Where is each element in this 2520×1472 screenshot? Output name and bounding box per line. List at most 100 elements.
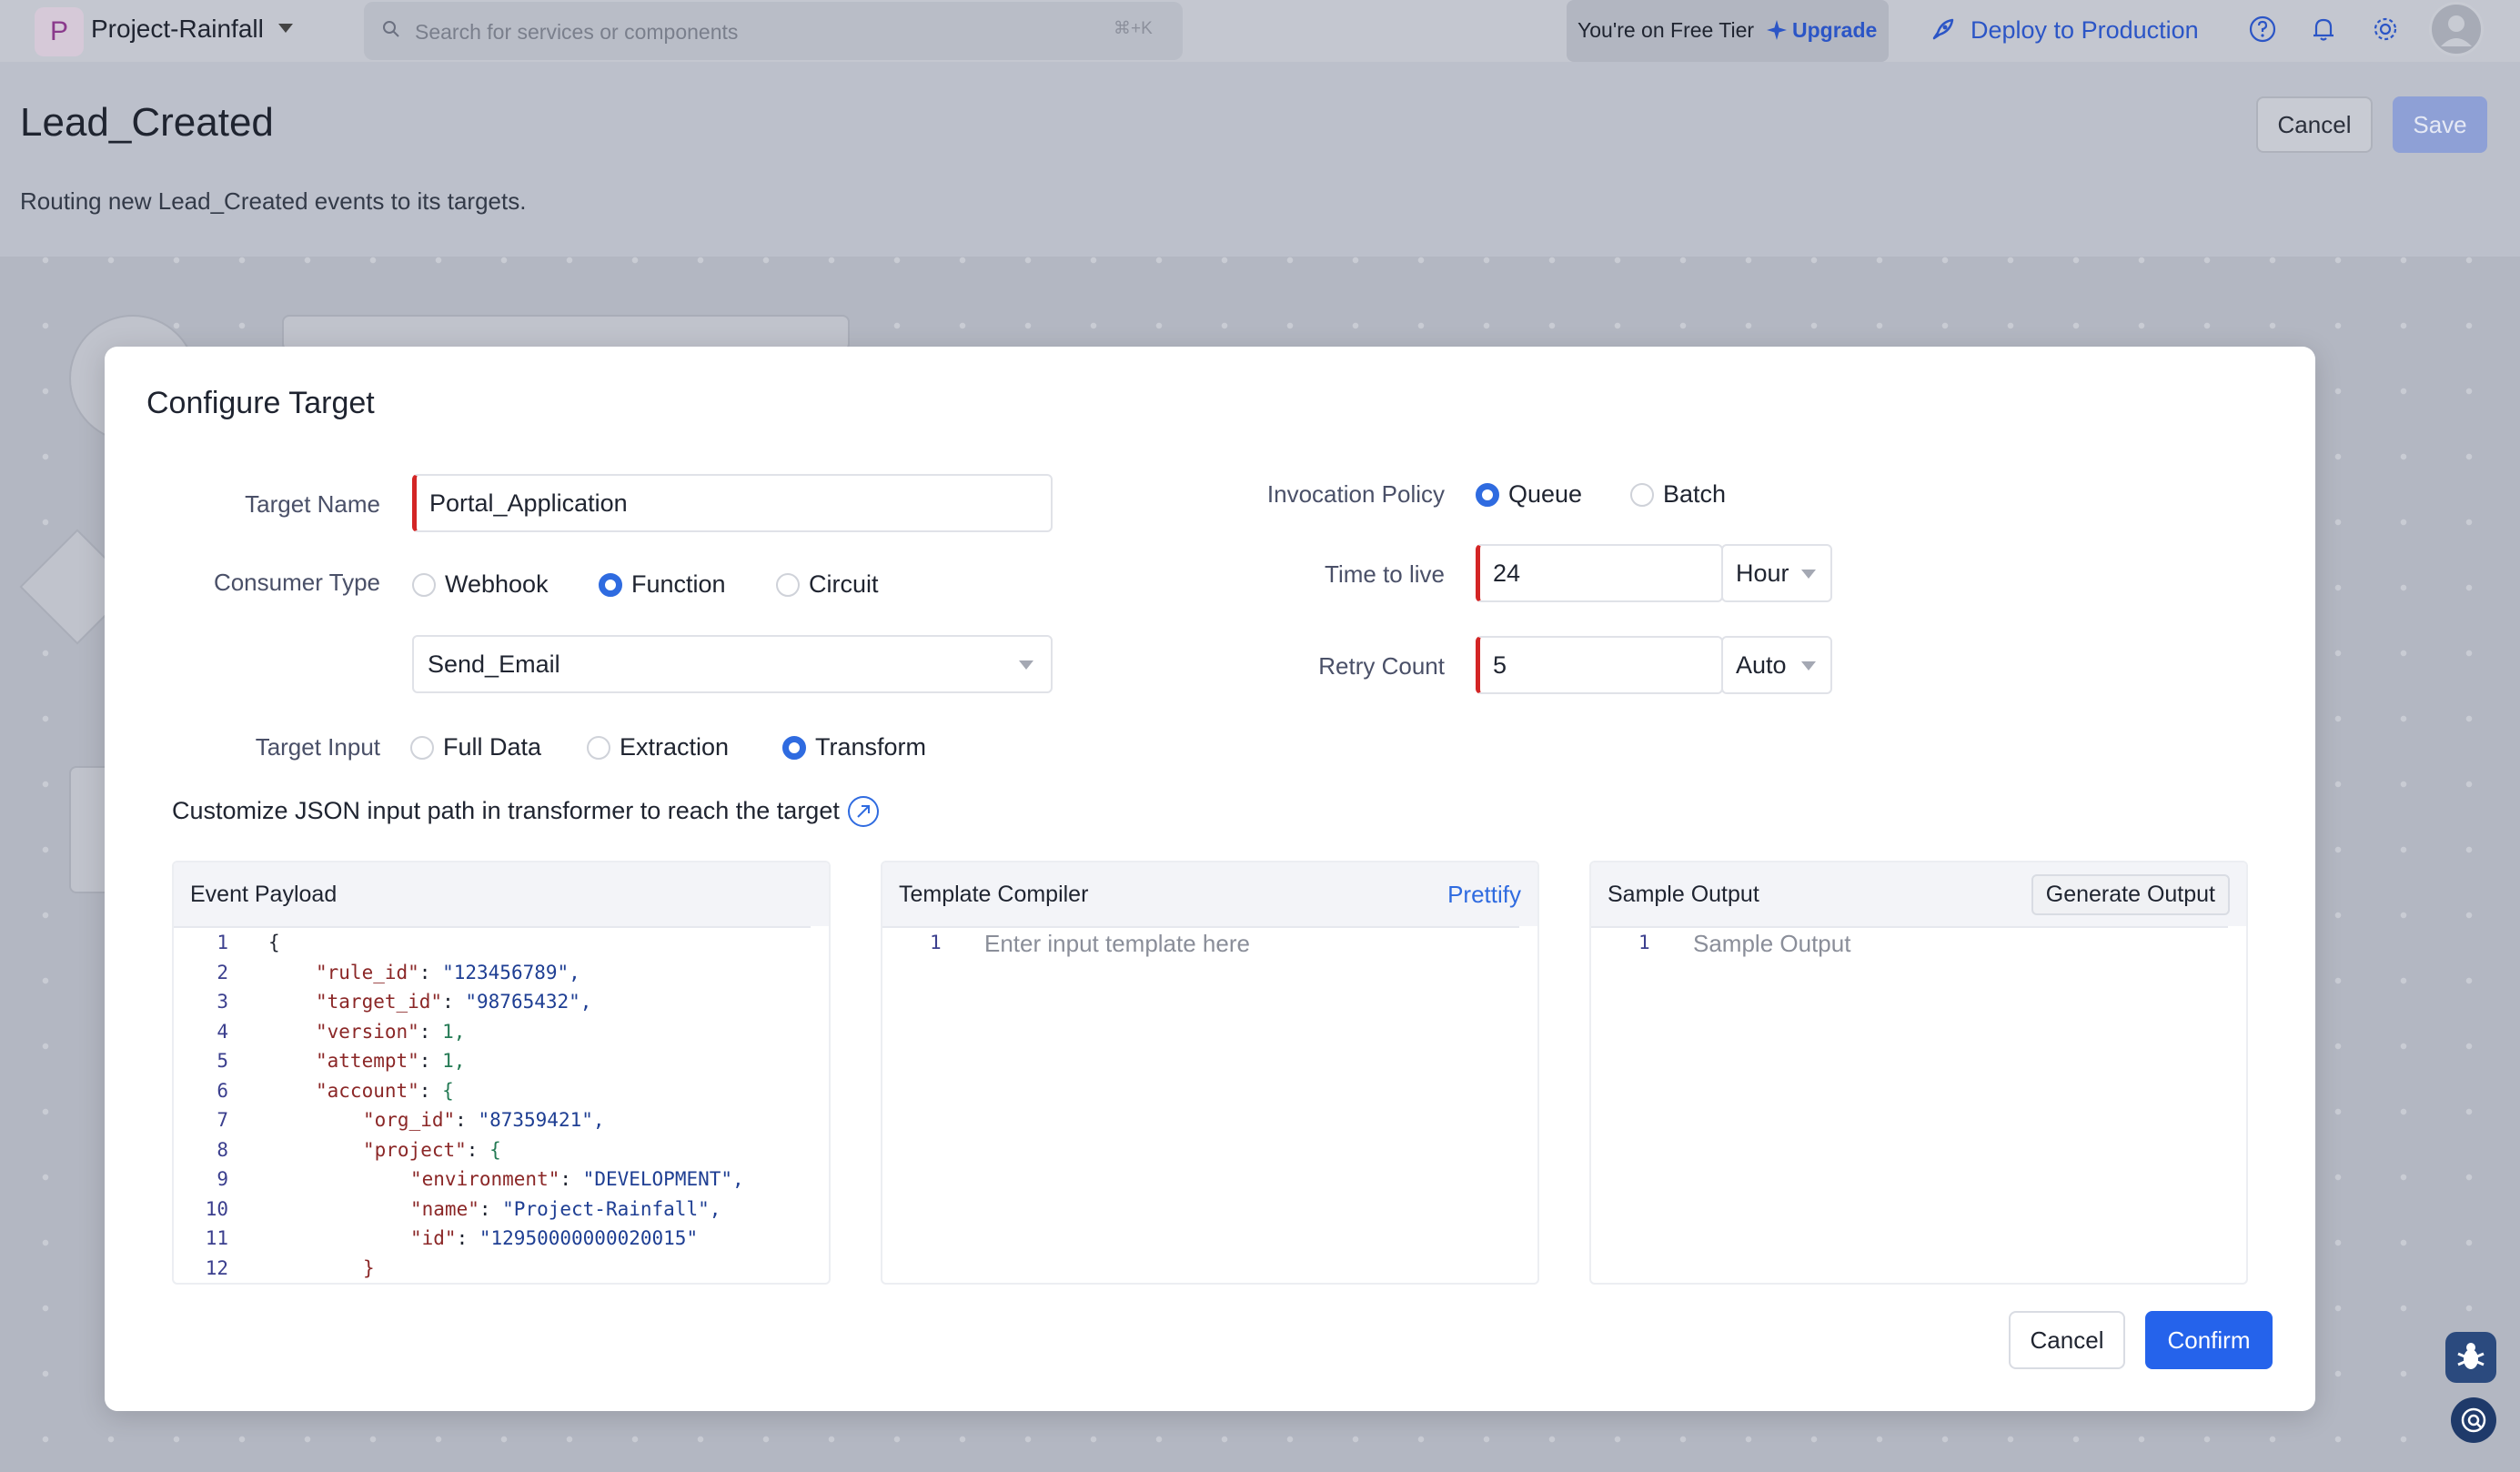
chevron-down-icon[interactable] [278, 24, 293, 33]
consumer-type-webhook[interactable]: Webhook [412, 570, 549, 599]
radio-queue[interactable] [1476, 482, 1499, 507]
time-to-live-label: Time to live [1325, 560, 1445, 588]
target-input-label: Target Input [255, 733, 380, 761]
json-value: "123456789", [442, 961, 580, 983]
sample-output-placeholder: Sample Output [1693, 930, 1851, 957]
chevron-down-icon [1801, 570, 1816, 579]
help-icon[interactable] [2247, 14, 2278, 45]
consumer-type-label: Consumer Type [213, 569, 380, 596]
consumer-type-circuit[interactable]: Circuit [776, 570, 879, 599]
json-key: "org_id" [363, 1109, 456, 1131]
line-number: 11 [205, 1227, 228, 1249]
deploy-button[interactable]: Deploy to Production [1971, 16, 2199, 45]
json-key: "project" [363, 1138, 467, 1161]
target-input-transform[interactable]: Transform [782, 733, 926, 761]
json-key: "name" [410, 1197, 479, 1220]
project-name[interactable]: Project-Rainfall [91, 15, 264, 44]
json-key: "target_id" [316, 991, 443, 1013]
target-input-full-data[interactable]: Full Data [410, 733, 541, 761]
code-line: 5 "attempt": 1, [174, 1050, 811, 1080]
modal-cancel-button[interactable]: Cancel [2009, 1311, 2125, 1369]
radio-circuit[interactable] [776, 572, 800, 597]
line-number: 3 [217, 991, 228, 1013]
line-number: 6 [217, 1079, 228, 1102]
line-number: 1 [1638, 932, 1650, 953]
user-avatar-icon[interactable] [2429, 2, 2484, 56]
json-key: "rule_id" [316, 961, 419, 983]
function-select-value: Send_Email [428, 650, 560, 678]
tier-text: You're on Free Tier [1578, 18, 1755, 42]
gear-icon[interactable] [2370, 14, 2401, 45]
bell-icon[interactable] [2308, 14, 2339, 45]
transform-hint: Customize JSON input path in transformer… [172, 797, 840, 824]
json-value: { [268, 932, 280, 953]
line-number: 12 [205, 1256, 228, 1279]
invocation-policy-queue[interactable]: Queue [1476, 480, 1582, 509]
retry-mode-value: Auto [1736, 651, 1787, 679]
bug-icon[interactable] [2445, 1332, 2496, 1383]
json-value: "Project-Rainfall", [502, 1197, 721, 1220]
invocation-policy-label: Invocation Policy [1266, 480, 1445, 508]
code-line: 9 "environment": "DEVELOPMENT", [174, 1168, 811, 1198]
flow-node [282, 315, 850, 351]
sparkle-icon [1767, 20, 1787, 40]
cancel-button[interactable]: Cancel [2256, 96, 2373, 153]
json-value: 1, [442, 1050, 466, 1072]
confirm-button[interactable]: Confirm [2145, 1311, 2273, 1369]
target-input-extraction[interactable]: Extraction [587, 733, 729, 761]
code-line: 7 "org_id": "87359421", [174, 1109, 811, 1139]
code-line: 10 "name": "Project-Rainfall", [174, 1198, 811, 1228]
search-shortcut: ⌘+K [1114, 19, 1153, 38]
json-value: { [489, 1138, 501, 1161]
line-number: 7 [217, 1109, 228, 1131]
generate-output-button[interactable]: Generate Output [2031, 873, 2230, 915]
code-line: 12} [174, 1256, 811, 1284]
template-compiler-title: Template Compiler [899, 881, 1089, 907]
line-number: 1 [217, 932, 228, 953]
upgrade-link[interactable]: Upgrade [1792, 18, 1877, 43]
event-payload-editor[interactable]: 1{2 "rule_id": "123456789", 3 "target_id": … [174, 926, 811, 1284]
template-compiler-panel: Template Compiler Prettify 1 Enter input … [881, 861, 1539, 1285]
template-placeholder[interactable]: Enter input template here [984, 930, 1250, 958]
search-icon [383, 21, 399, 37]
radio-webhook[interactable] [412, 572, 436, 597]
code-line: 4 "version": 1, [174, 1021, 811, 1051]
json-value: "98765432", [465, 991, 592, 1013]
save-button[interactable]: Save [2393, 96, 2487, 153]
line-number: 4 [217, 1020, 228, 1043]
json-value: "12950000000020015" [479, 1227, 699, 1249]
code-line: 2 "rule_id": "123456789", [174, 962, 811, 992]
json-value: { [442, 1079, 454, 1102]
sample-output-editor[interactable]: 1 Sample Output [1591, 926, 2228, 1283]
radio-extraction[interactable] [587, 735, 610, 760]
prettify-button[interactable]: Prettify [1447, 881, 1521, 909]
radio-batch[interactable] [1630, 482, 1654, 507]
radio-function[interactable] [599, 572, 622, 597]
external-link-icon[interactable] [847, 795, 880, 828]
modal-title: Configure Target [146, 386, 375, 420]
line-number: 5 [217, 1050, 228, 1072]
radio-full-data[interactable] [410, 735, 434, 760]
code-line: 1{ [174, 932, 811, 962]
consumer-type-function[interactable]: Function [599, 570, 726, 599]
json-key: "attempt" [316, 1050, 419, 1072]
json-value: } [363, 1256, 375, 1279]
code-line: 6 "account": { [174, 1080, 811, 1110]
project-avatar[interactable]: P [35, 7, 84, 56]
sample-output-title: Sample Output [1608, 881, 1759, 907]
page-title: Lead_Created [20, 100, 274, 145]
radio-transform[interactable] [782, 735, 806, 760]
line-number: 10 [205, 1197, 228, 1220]
template-editor[interactable]: 1 Enter input template here [882, 926, 1519, 1283]
json-key: "environment" [410, 1168, 560, 1190]
target-name-input[interactable]: Portal_Application [412, 474, 1053, 532]
sample-output-panel: Sample Output Generate Output 1 Sample Ou… [1589, 861, 2248, 1285]
time-to-live-input[interactable]: 24 [1476, 544, 1723, 602]
support-icon[interactable] [2451, 1397, 2496, 1443]
sample-output-header: Sample Output Generate Output [1591, 862, 2246, 926]
code-line: 8 "project": { [174, 1139, 811, 1169]
invocation-policy-batch[interactable]: Batch [1630, 480, 1726, 509]
retry-count-input[interactable]: 5 [1476, 636, 1723, 694]
json-key: "id" [410, 1227, 457, 1249]
search-placeholder[interactable]: Search for services or components [415, 20, 738, 45]
